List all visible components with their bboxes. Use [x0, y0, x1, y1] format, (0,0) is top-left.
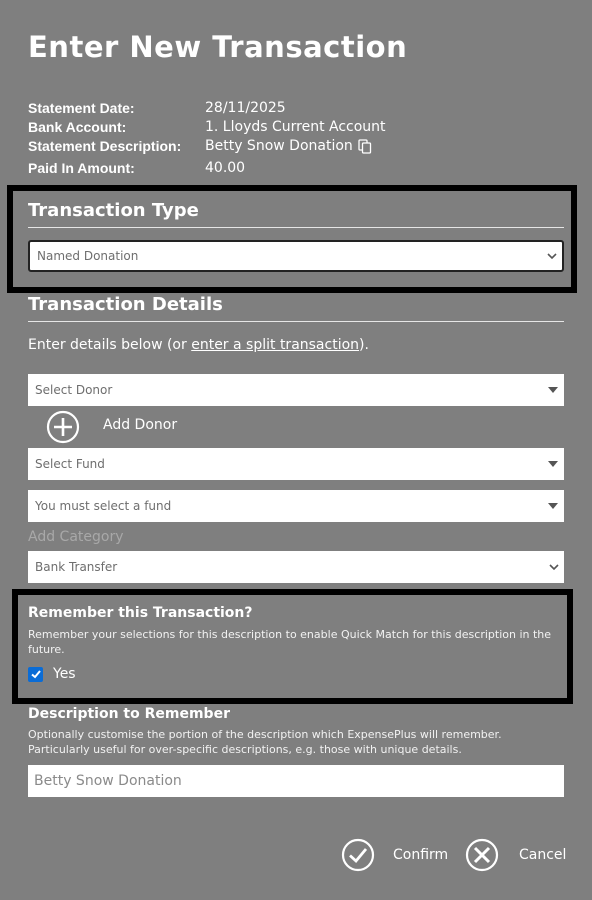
caret-down-icon — [548, 387, 558, 393]
description-to-remember-value: Betty Snow Donation — [34, 773, 182, 789]
description-to-remember-heading: Description to Remember — [28, 706, 230, 722]
donor-select[interactable]: Select Donor — [28, 374, 564, 406]
donor-select-value: Select Donor — [35, 383, 113, 397]
transaction-details-heading: Transaction Details — [28, 294, 223, 315]
cancel-button[interactable]: Cancel — [465, 838, 566, 872]
payment-method-select[interactable]: Bank Transfer — [28, 551, 564, 583]
caret-down-icon — [548, 503, 558, 509]
remember-checkbox[interactable] — [28, 666, 43, 682]
check-icon — [30, 670, 41, 679]
transaction-type-value: Named Donation — [37, 249, 139, 263]
paid-in-amount-value: 40.00 — [205, 160, 246, 176]
statement-description-value: Betty Snow Donation — [205, 138, 353, 154]
add-donor-button[interactable] — [46, 410, 80, 444]
transaction-type-select[interactable]: Named Donation — [28, 240, 564, 272]
statement-date-label: Statement Date: — [28, 100, 135, 116]
remember-heading: Remember this Transaction? — [28, 605, 253, 621]
description-to-remember-input[interactable]: Betty Snow Donation — [28, 765, 564, 797]
statement-date-value: 28/11/2025 — [205, 100, 286, 116]
description-to-remember-help: Optionally customise the portion of the … — [28, 728, 502, 756]
fund-warning-value: You must select a fund — [35, 499, 172, 513]
fund-select-value: Select Fund — [35, 457, 105, 471]
bank-account-label: Bank Account: — [28, 119, 127, 135]
remember-checkbox-row[interactable]: Yes — [28, 666, 76, 682]
caret-down-icon — [548, 461, 558, 467]
check-circle-icon — [341, 838, 375, 872]
intro-prefix: Enter details below (or — [28, 337, 192, 353]
divider — [28, 321, 564, 322]
chevron-down-icon — [549, 564, 559, 571]
confirm-label: Confirm — [393, 847, 449, 863]
remember-checkbox-label: Yes — [53, 666, 76, 682]
close-circle-icon — [465, 838, 499, 872]
payment-method-value: Bank Transfer — [35, 560, 118, 574]
bank-account-value: 1. Lloyds Current Account — [205, 119, 386, 135]
transaction-details-intro: Enter details below (or enter a split tr… — [28, 337, 369, 353]
plus-circle-icon — [46, 410, 80, 444]
copy-icon[interactable] — [358, 138, 372, 154]
divider — [28, 227, 564, 228]
statement-description-label: Statement Description: — [28, 138, 182, 154]
fund-warning-select[interactable]: You must select a fund — [28, 490, 564, 522]
page-title: Enter New Transaction — [28, 30, 408, 64]
add-donor-label[interactable]: Add Donor — [103, 417, 177, 433]
statement-description-value-row: Betty Snow Donation — [205, 138, 372, 154]
add-category-label: Add Category — [28, 529, 124, 545]
remember-help-text: Remember your selections for this descri… — [28, 628, 552, 656]
split-transaction-link[interactable]: enter a split transaction — [191, 337, 359, 353]
chevron-down-icon — [547, 253, 557, 260]
cancel-label: Cancel — [519, 847, 567, 863]
confirm-button[interactable]: Confirm — [341, 838, 448, 872]
intro-suffix: ). — [359, 337, 369, 353]
paid-in-amount-label: Paid In Amount: — [28, 160, 135, 176]
transaction-type-heading: Transaction Type — [28, 200, 199, 221]
fund-select[interactable]: Select Fund — [28, 448, 564, 480]
